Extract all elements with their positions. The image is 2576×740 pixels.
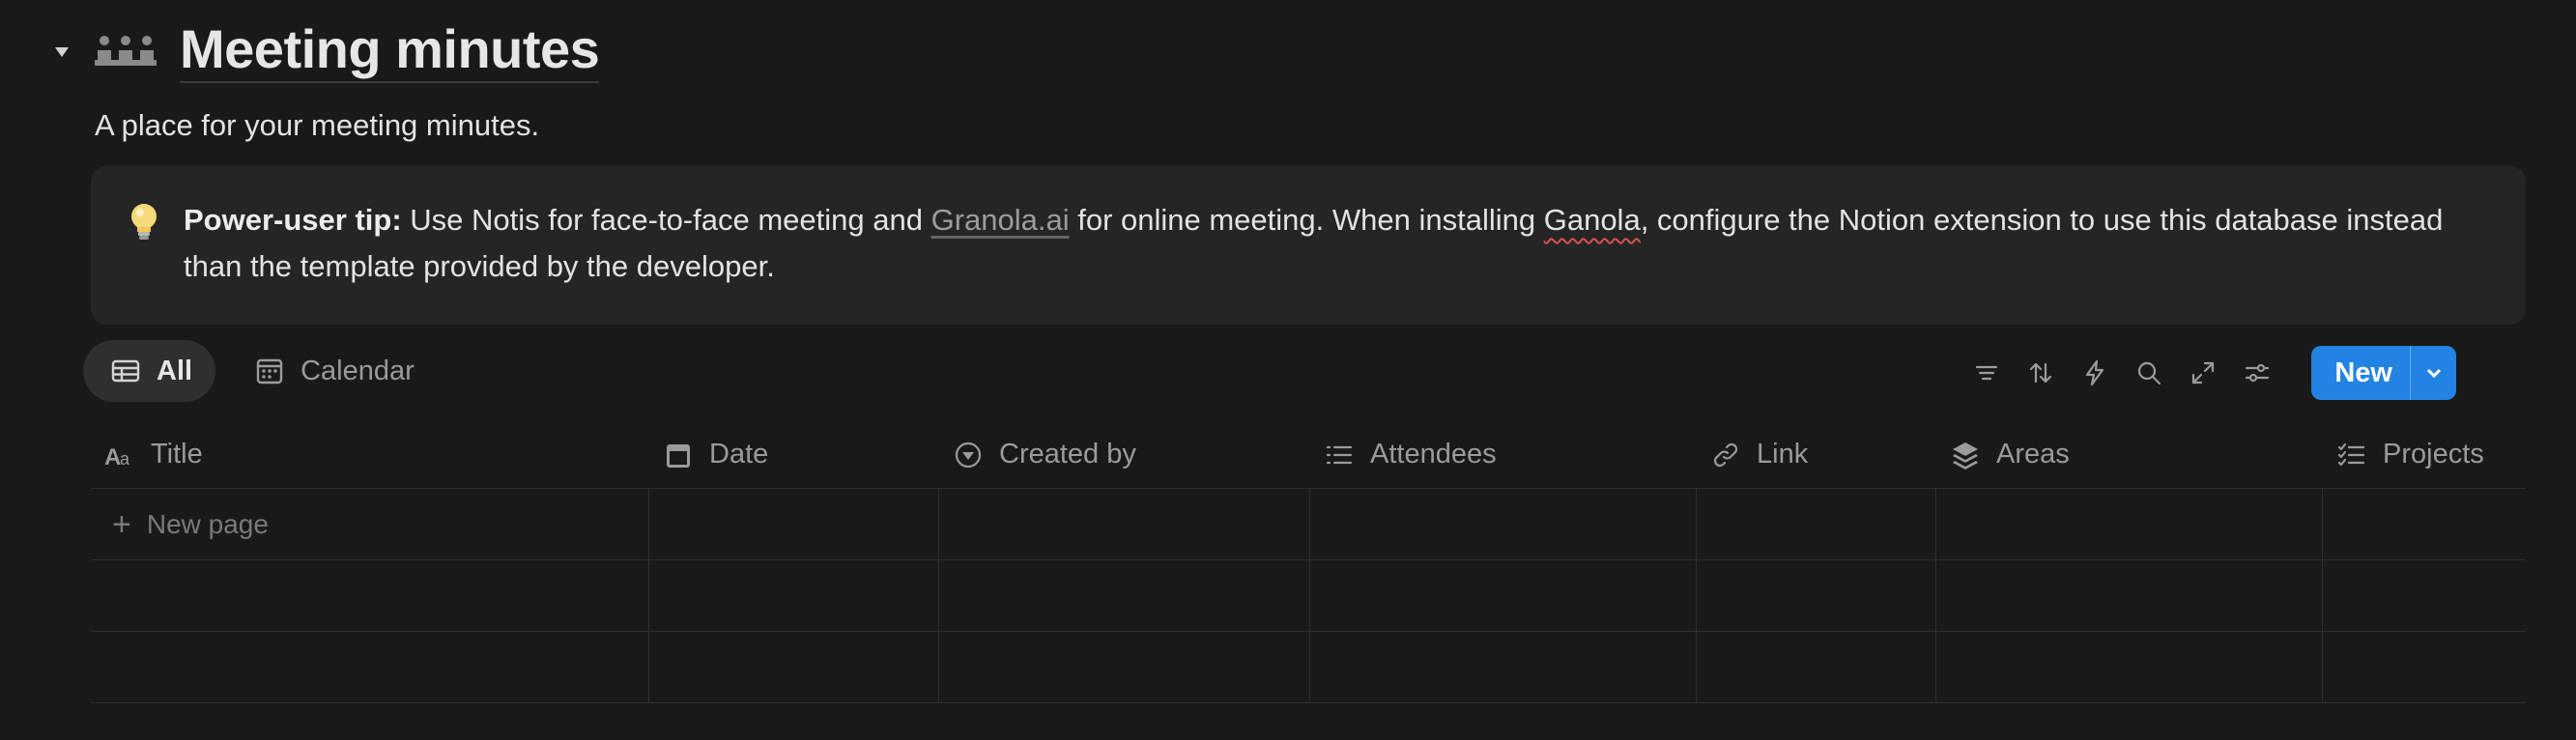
tab-all[interactable]: All (83, 340, 216, 402)
automation-icon (2086, 359, 2104, 386)
layers-icon (1953, 441, 1978, 470)
column-header-link[interactable]: Link (1697, 421, 1936, 488)
table-row (91, 632, 2526, 703)
tab-all-label: All (157, 355, 193, 386)
table-cell[interactable] (1310, 560, 1697, 632)
expand-button[interactable] (2176, 346, 2230, 400)
checklist-icon (2337, 442, 2365, 466)
database-toolbar: New (1960, 346, 2456, 400)
table-cell[interactable] (1697, 632, 1936, 703)
calendar-icon (667, 443, 690, 468)
collapse-toggle[interactable] (48, 39, 75, 66)
table-cell[interactable] (91, 632, 649, 703)
new-dropdown-button[interactable] (2410, 346, 2456, 400)
chevron-down-icon (2426, 368, 2441, 379)
column-title-label: Title (151, 439, 203, 470)
column-header-attendees[interactable]: Attendees (1310, 421, 1697, 488)
table-cell[interactable] (2323, 560, 2526, 632)
table-cell[interactable] (1310, 489, 1697, 560)
new-page-button[interactable]: + New page (91, 489, 649, 560)
filter-button[interactable] (1960, 346, 2014, 400)
table-cell[interactable] (649, 489, 939, 560)
callout-strong: Power-user tip: (184, 203, 402, 237)
callout-text: Power-user tip: Use Notis for face-to-fa… (184, 197, 2487, 325)
column-date-label: Date (709, 439, 769, 470)
calendar-icon (256, 358, 283, 384)
table-cell[interactable] (939, 560, 1310, 632)
table-cell[interactable] (91, 560, 649, 632)
column-areas-label: Areas (1996, 439, 2070, 470)
column-header-projects[interactable]: Projects (2323, 421, 2526, 488)
column-header-areas[interactable]: Areas (1936, 421, 2323, 488)
svg-text:A: A (104, 444, 121, 470)
table-cell[interactable] (1936, 632, 2323, 703)
table-row (91, 560, 2526, 632)
search-button[interactable] (2122, 346, 2176, 400)
table-cell[interactable] (2323, 632, 2526, 703)
granola-link[interactable]: Granola.ai (931, 203, 1070, 237)
lightbulb-icon (131, 204, 157, 240)
svg-text:a: a (120, 449, 130, 469)
table-cell[interactable] (649, 560, 939, 632)
column-projects-label: Projects (2383, 439, 2484, 470)
automation-button[interactable] (2068, 346, 2122, 400)
column-link-label: Link (1757, 439, 1809, 470)
search-icon (2138, 361, 2161, 385)
database-table: A a Title Date Created by Attendees Link… (91, 421, 2526, 703)
database-page: Meeting minutes A place for your meeting… (0, 0, 2576, 740)
table-cell[interactable] (939, 632, 1310, 703)
tab-calendar[interactable]: Calendar (227, 340, 438, 402)
settings-icon (2246, 363, 2270, 383)
text-icon: A a (104, 444, 130, 470)
misspelled-word: Ganola (1543, 203, 1641, 237)
table-cell[interactable] (1936, 489, 2323, 560)
callout-text-part2: for online meeting. When installing (1069, 203, 1544, 237)
page-description: A place for your meeting minutes. (95, 108, 540, 142)
table-cell[interactable] (2323, 489, 2526, 560)
table-cell[interactable] (939, 489, 1310, 560)
new-page-label: New page (146, 509, 269, 539)
tab-calendar-label: Calendar (301, 355, 415, 386)
person-icon (955, 441, 982, 468)
table-icon (111, 359, 140, 383)
sort-icon (2030, 362, 2052, 384)
table-cell[interactable] (1697, 560, 1936, 632)
view-tabs: All Calendar (83, 340, 438, 402)
table-header: A a Title Date Created by Attendees Link… (91, 421, 2526, 489)
sort-button[interactable] (2014, 346, 2068, 400)
new-button[interactable]: New (2311, 346, 2410, 400)
column-attendees-label: Attendees (1370, 439, 1497, 470)
plus-icon: + (112, 506, 131, 543)
table-cell[interactable] (1697, 489, 1936, 560)
settings-button[interactable] (2230, 346, 2284, 400)
table-cell[interactable] (1936, 560, 2323, 632)
database-header: Meeting minutes (48, 17, 600, 87)
callout-text-part1: Use Notis for face-to-face meeting and (401, 203, 931, 237)
table-cell[interactable] (649, 632, 939, 703)
table-cell[interactable] (1310, 632, 1697, 703)
new-button-group: New (2311, 346, 2456, 400)
expand-icon (2192, 361, 2215, 384)
tip-callout: Power-user tip: Use Notis for face-to-fa… (91, 166, 2526, 325)
link-icon (1713, 442, 1738, 467)
table-row: + New page (91, 489, 2526, 560)
column-created-by-label: Created by (999, 439, 1136, 470)
list-icon (1326, 445, 1353, 464)
page-title[interactable]: Meeting minutes (180, 20, 600, 84)
column-header-date[interactable]: Date (649, 421, 939, 488)
caret-down-icon (55, 47, 69, 57)
column-header-created-by[interactable]: Created by (939, 421, 1310, 488)
meeting-people-icon (95, 31, 157, 73)
column-header-title[interactable]: A a Title (91, 421, 649, 488)
filter-icon (1976, 365, 1998, 381)
